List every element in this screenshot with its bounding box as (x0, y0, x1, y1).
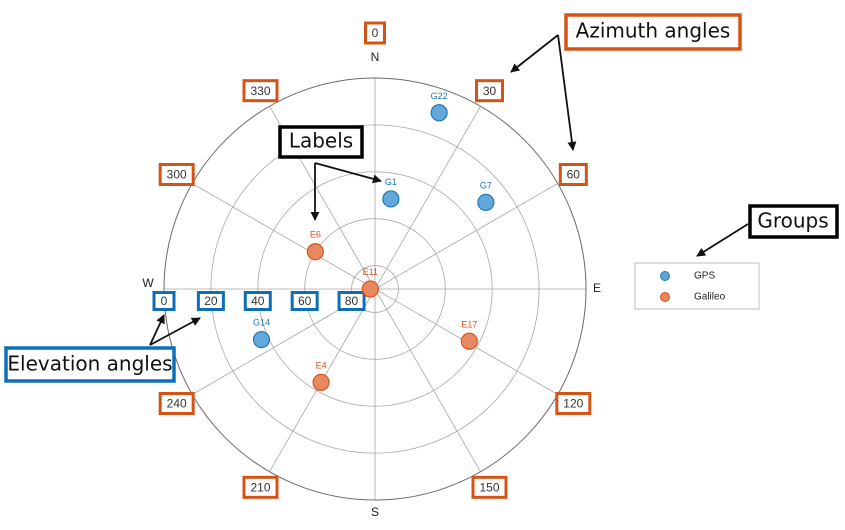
callout-groups-text: Groups (757, 209, 828, 233)
satellite-label-e6: E6 (310, 230, 321, 240)
cardinal-n: N (371, 50, 380, 64)
satellite-marker-e17 (460, 332, 478, 350)
satellite-marker-e11 (361, 280, 379, 298)
satellite-marker-g1 (382, 190, 400, 208)
callout-elevation-text: Elevation angles (7, 352, 172, 376)
arrow-groups (696, 223, 749, 257)
legend-marker-galileo (660, 292, 670, 302)
satellite-label-e4: E4 (316, 360, 327, 370)
satellite-marker-e6 (306, 243, 324, 261)
satellite-label-g14: G14 (253, 318, 270, 328)
satellite-label-e17: E17 (461, 319, 477, 329)
azimuth-tick-label: 120 (563, 397, 583, 411)
cardinal-s: S (371, 505, 379, 519)
satellite-marker-g14 (252, 330, 271, 349)
callout-azimuth: Azimuth angles (564, 13, 742, 51)
legend-label-galileo: Galileo (694, 292, 726, 303)
satellite-marker-e4 (312, 373, 330, 391)
callout-groups: Groups (748, 204, 839, 239)
skyplot-chart: N E S W 0 30 60 120 150 210 240 300 330 0 20 40 60 8… (4, 13, 839, 519)
cardinal-e: E (593, 281, 601, 295)
azimuth-tick-label: 30 (483, 84, 497, 98)
arrow-azimuth-30 (510, 34, 559, 73)
satellite-marker-g22 (430, 104, 448, 122)
satellite-marker-g7 (477, 193, 495, 211)
azimuth-tick-label: 0 (372, 26, 379, 40)
callout-azimuth-text: Azimuth angles (576, 19, 731, 43)
satellite-label-g22: G22 (431, 91, 448, 101)
elevation-tick-label: 60 (298, 294, 312, 308)
legend-label-gps: GPS (694, 271, 715, 282)
cardinal-w: W (142, 276, 154, 290)
legend-marker-gps (660, 271, 670, 281)
azimuth-tick-label: 60 (567, 168, 581, 182)
callout-labels: Labels (278, 125, 364, 159)
elevation-tick-label: 40 (251, 294, 265, 308)
elevation-tick-label: 80 (345, 294, 359, 308)
satellite-label-g1: G1 (385, 177, 397, 187)
azimuth-tick-label: 300 (167, 168, 187, 182)
elevation-tick-label: 0 (161, 294, 168, 308)
legend: GPS Galileo (634, 262, 760, 310)
satellite-label-e11: E11 (363, 267, 378, 277)
azimuth-tick-label: 240 (167, 397, 187, 411)
arrow-elevation-20 (149, 317, 201, 346)
elevation-tick-label: 20 (204, 294, 218, 308)
azimuth-tick-label: 330 (250, 84, 270, 98)
satellite-label-g7: G7 (480, 180, 492, 190)
arrow-azimuth-60 (557, 34, 577, 151)
callout-elevation: Elevation angles (4, 346, 176, 383)
azimuth-tick-label: 150 (479, 480, 499, 494)
elevation-tick-labels: 0 20 40 60 80 (152, 291, 366, 311)
callout-labels-text: Labels (289, 129, 353, 153)
azimuth-tick-label: 210 (250, 480, 270, 494)
